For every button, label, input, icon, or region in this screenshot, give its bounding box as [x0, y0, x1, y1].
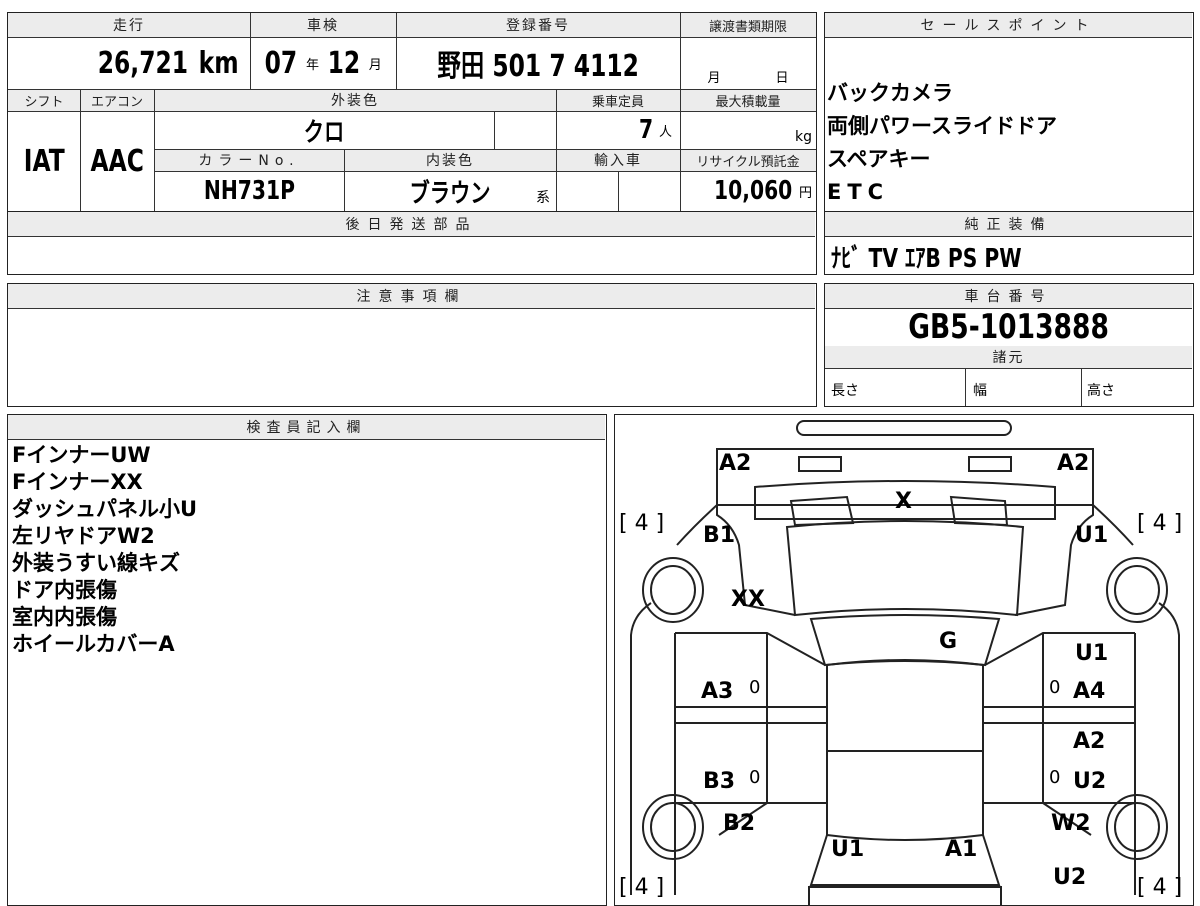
inspector-box: 検査員記入欄 FインナーUW FインナーXX ダッシュパネル小U 左リヤドアW2…: [7, 414, 607, 906]
list-item: FインナーXX: [12, 470, 143, 494]
mark-u2-bottom: U2: [1053, 865, 1087, 890]
transfer-value: 月日: [707, 70, 789, 86]
mark-b2: B2: [723, 811, 756, 836]
mark-xx: XX: [731, 587, 765, 612]
transfer-header: 譲渡書類期限: [680, 13, 816, 37]
notes-header: 注意事項欄: [8, 284, 815, 308]
list-item: ダッシュパネル小U: [12, 497, 198, 521]
mark-b3: B3: [703, 769, 736, 794]
equipment-value: ﾅﾋﾞ TV ｴｱB PS PW: [831, 243, 1022, 274]
registration-header: 登録番号: [396, 13, 680, 37]
interior-header: 内装色: [344, 149, 556, 171]
tire-tread-front-left: [ 4 ]: [619, 511, 665, 536]
ac-header: エアコン: [80, 89, 154, 111]
mark-a2-right: A2: [1057, 451, 1090, 476]
mark-a4: A4: [1073, 679, 1106, 704]
mileage-value: 26,721 km: [97, 45, 239, 81]
interior-value: ブラウン 系: [409, 178, 550, 209]
mark-w2: W2: [1051, 811, 1091, 836]
mark-a3: A3: [701, 679, 734, 704]
color-no-value: NH731P: [203, 176, 295, 206]
mark-u1-bottom: U1: [831, 837, 865, 862]
capacity-header: 乗車定員: [556, 89, 680, 111]
shift-value: IAT: [23, 143, 65, 179]
tire-tread-rear-left: [ 4 ]: [619, 875, 665, 900]
ac-value: AAC: [90, 143, 144, 179]
sales-points-box: セールスポイント バックカメラ 両側パワースライドドア スペアキー ETC: [824, 12, 1194, 212]
notes-box: 注意事項欄: [7, 283, 817, 407]
tire-tread-front-right: [ 4 ]: [1137, 511, 1183, 536]
recycle-value: 10,060 円: [713, 176, 812, 206]
color-no-header: カラーNo.: [154, 149, 344, 171]
later-parts-box: 後日発送部品: [7, 211, 817, 275]
mileage-header: 走行: [8, 13, 250, 37]
list-item: ドア内張傷: [12, 578, 117, 602]
mark-u1-mid-right: U1: [1075, 641, 1109, 666]
mark-zero-a3: 0: [749, 677, 761, 698]
tire-tread-rear-right: [ 4 ]: [1137, 875, 1183, 900]
list-item: スペアキー: [827, 147, 931, 171]
equipment-box: 純正装備 ﾅﾋﾞ TV ｴｱB PS PW: [824, 211, 1194, 275]
mark-g: G: [939, 629, 958, 654]
chassis-box: 車台番号 GB5-1013888 諸元 長さ 幅 高さ: [824, 283, 1194, 407]
registration-value: 野田 501 7 4112: [437, 49, 639, 84]
mark-zero-a4: 0: [1049, 677, 1061, 698]
list-item: 両側パワースライドドア: [827, 114, 1057, 138]
exterior-value: クロ: [303, 117, 345, 148]
spec-length: 長さ: [831, 383, 859, 399]
maxload-header: 最大積載量: [680, 89, 816, 111]
mark-u2-mid-right: U2: [1073, 769, 1107, 794]
mark-u1-top-right: U1: [1075, 523, 1109, 548]
import-header: 輸入車: [556, 149, 680, 171]
later-parts-header: 後日発送部品: [8, 212, 815, 236]
mark-x: X: [895, 489, 912, 514]
mark-zero-u2: 0: [1049, 767, 1061, 788]
list-item: 左リヤドアW2: [12, 524, 155, 548]
list-item: 室内内張傷: [12, 605, 117, 629]
spec-height: 高さ: [1087, 383, 1115, 399]
sales-points-header: セールスポイント: [825, 13, 1192, 37]
spec-header: 諸元: [825, 346, 1192, 368]
sales-points-list: バックカメラ 両側パワースライドドア スペアキー ETC: [827, 77, 1057, 209]
list-item: 外装うすい線キズ: [12, 551, 180, 575]
mark-b1: B1: [703, 523, 736, 548]
inspection-value: 07 年 12 月: [264, 45, 382, 81]
maxload-value: kg: [795, 129, 812, 145]
inspector-notes-list: FインナーUW FインナーXX ダッシュパネル小U 左リヤドアW2 外装うすい線…: [12, 442, 197, 658]
inspector-header: 検査員記入欄: [8, 415, 605, 439]
list-item: ETC: [827, 180, 890, 204]
equipment-header: 純正装備: [825, 212, 1192, 236]
mark-a2-mid-right: A2: [1073, 729, 1106, 754]
recycle-header: リサイクル預託金: [680, 149, 816, 171]
mark-a2-left: A2: [719, 451, 752, 476]
inspection-header: 車検: [250, 13, 396, 37]
chassis-number: GB5-1013888: [908, 308, 1109, 346]
list-item: FインナーUW: [12, 443, 151, 467]
exterior-header: 外装色: [154, 89, 556, 111]
chassis-header: 車台番号: [825, 284, 1192, 308]
spec-width: 幅: [973, 383, 987, 399]
vehicle-info-box: 走行 車検 登録番号 譲渡書類期限 26,721 km 07 年 12 月 野田 50…: [7, 12, 817, 212]
list-item: バックカメラ: [827, 81, 953, 105]
damage-diagram-box: [ 4 ] [ 4 ] [ 4 ] [ 4 ] A2 A2 X B1 U1 XX…: [614, 414, 1194, 906]
shift-header: シフト: [8, 89, 80, 111]
mark-zero-b3: 0: [749, 767, 761, 788]
mark-a1-bottom: A1: [945, 837, 978, 862]
list-item: ホイールカバーA: [12, 632, 175, 656]
capacity-value: 7人: [638, 115, 672, 145]
